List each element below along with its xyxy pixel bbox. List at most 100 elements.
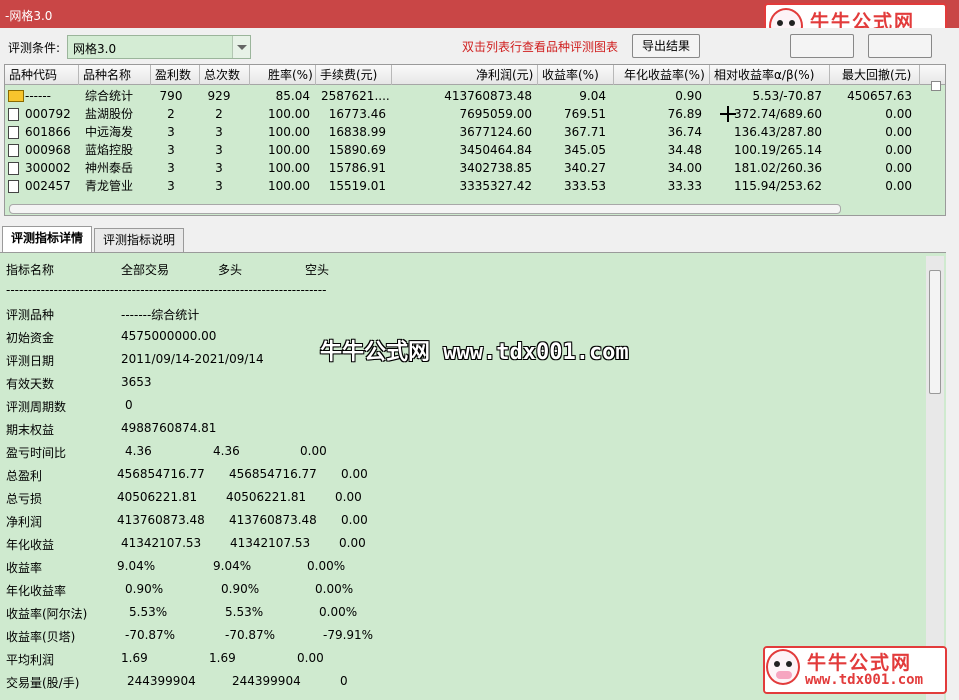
hint-text: 双击列表行查看品种评测图表: [462, 40, 619, 54]
detail-value-long: 0.90%: [221, 582, 260, 596]
table-header: 品种代码 品种名称 盈利数 总次数 胜率(%) 手续费(元) 净利润(元) 收益…: [5, 65, 945, 85]
logo-inner: 牛牛公式网 www.tdx001.com: [765, 648, 945, 692]
detail-value: 0: [125, 398, 133, 412]
col-header-total[interactable]: 总次数: [200, 65, 250, 85]
cell-name: 神州泰岳: [85, 161, 134, 175]
cell-drawdown: 0.00: [885, 143, 912, 157]
cell-name: 蓝焰控股: [85, 143, 134, 157]
table-row[interactable]: ------ 综合统计 790 929 85.04 2587621.... 41…: [5, 87, 933, 105]
cell-profit: 3450464.84: [459, 143, 532, 157]
table-row[interactable]: 002457 青龙管业 3 3 100.00 15519.01 3335327.…: [5, 177, 933, 195]
col-header-winrate[interactable]: 胜率(%): [250, 65, 316, 85]
detail-key: 年化收益: [6, 538, 55, 552]
cell-total: 929: [207, 89, 231, 103]
detail-header-all: 全部交易: [121, 263, 170, 277]
col-header-name[interactable]: 品种名称: [79, 65, 151, 85]
detail-value-long: 9.04%: [213, 559, 252, 573]
detail-key: 评测品种: [6, 308, 55, 322]
detail-value-short: 0.00: [341, 467, 368, 481]
condition-select[interactable]: 网格3.0: [67, 35, 251, 59]
col-header-code[interactable]: 品种代码: [5, 65, 79, 85]
cell-code: ------: [25, 89, 51, 103]
detail-value-long: 244399904: [232, 674, 301, 688]
cell-code: 002457: [25, 179, 71, 193]
tab-metric-description[interactable]: 评测指标说明: [94, 228, 185, 252]
col-header-drawdown[interactable]: 最大回撤(元): [830, 65, 920, 85]
cell-annual: 76.89: [667, 107, 702, 121]
cell-code: 300002: [25, 161, 71, 175]
horizontal-scrollbar[interactable]: [9, 204, 841, 214]
detail-separator: ----------------------------------------…: [6, 283, 327, 297]
cell-fee: 2587621....: [321, 89, 390, 103]
col-header-fee[interactable]: 手续费(元): [316, 65, 392, 85]
cell-drawdown: 450657.63: [847, 89, 912, 103]
detail-key: 收益率: [6, 561, 43, 575]
column-chooser-checkbox[interactable]: [931, 81, 941, 91]
detail-value-all: 0.90%: [125, 582, 164, 596]
cell-total: 3: [215, 143, 223, 157]
cell-winrate: 100.00: [268, 179, 310, 193]
detail-key: 总盈利: [6, 469, 43, 483]
cell-profit: 7695059.00: [459, 107, 532, 121]
tab-metric-details[interactable]: 评测指标详情: [2, 226, 93, 252]
export-button[interactable]: 导出结果: [632, 34, 700, 58]
detail-key: 评测周期数: [6, 400, 67, 414]
detail-value-all: -70.87%: [125, 628, 176, 642]
cell-total: 2: [215, 107, 223, 121]
table-row[interactable]: 601866 中远海发 3 3 100.00 16838.99 3677124.…: [5, 123, 933, 141]
cell-annual: 36.74: [667, 125, 702, 139]
move-cursor-icon: [720, 106, 736, 122]
condition-label: 评测条件:: [8, 41, 61, 55]
cell-fee: 15786.91: [328, 161, 386, 175]
condition-value: 网格3.0: [73, 42, 117, 56]
cell-relative: 181.02/260.36: [733, 161, 822, 175]
detail-value-short: 0.00: [339, 536, 366, 550]
detail-value-long: 40506221.81: [226, 490, 307, 504]
cell-wins: 2: [167, 107, 175, 121]
detail-value-all: 1.69: [121, 651, 148, 665]
detail-value: 2011/09/14-2021/09/14: [121, 352, 264, 366]
cell-winrate: 100.00: [268, 143, 310, 157]
cell-annual: 34.00: [667, 161, 702, 175]
col-header-annual[interactable]: 年化收益率(%): [614, 65, 710, 85]
detail-value-all: 456854716.77: [117, 467, 205, 481]
table-row[interactable]: 000792 盐湖股份 2 2 100.00 16773.46 7695059.…: [5, 105, 933, 123]
detail-value-all: 9.04%: [117, 559, 156, 573]
vertical-scrollbar-thumb[interactable]: [929, 270, 941, 394]
document-icon: [8, 144, 19, 157]
table-row[interactable]: 000968 蓝焰控股 3 3 100.00 15890.69 3450464.…: [5, 141, 933, 159]
cell-return: 340.27: [564, 161, 606, 175]
col-header-wins[interactable]: 盈利数: [151, 65, 200, 85]
cell-winrate: 100.00: [268, 161, 310, 175]
detail-value-long: 5.53%: [225, 605, 264, 619]
col-header-return[interactable]: 收益率(%): [538, 65, 614, 85]
document-icon: [8, 180, 19, 193]
toolbar-button-2[interactable]: [790, 34, 854, 58]
cell-drawdown: 0.00: [885, 179, 912, 193]
detail-value-short: 0.00%: [319, 605, 358, 619]
toolbar-button-3[interactable]: [868, 34, 932, 58]
results-table[interactable]: 品种代码 品种名称 盈利数 总次数 胜率(%) 手续费(元) 净利润(元) 收益…: [4, 64, 946, 216]
detail-value-all: 41342107.53: [121, 536, 202, 550]
detail-value-all: 40506221.81: [117, 490, 198, 504]
cell-return: 333.53: [564, 179, 606, 193]
detail-header-short: 空头: [305, 263, 330, 277]
cell-relative: 136.43/287.80: [733, 125, 822, 139]
cell-name: 中远海发: [85, 125, 134, 139]
col-header-profit[interactable]: 净利润(元): [392, 65, 538, 85]
cell-wins: 3: [167, 143, 175, 157]
cell-wins: 3: [167, 125, 175, 139]
cell-name: 青龙管业: [85, 179, 134, 193]
detail-panel: 指标名称 全部交易 多头 空头 ------------------------…: [0, 252, 946, 700]
cell-return: 769.51: [564, 107, 606, 121]
col-header-relative[interactable]: 相对收益率α/β(%): [710, 65, 830, 85]
cell-drawdown: 0.00: [885, 161, 912, 175]
document-icon: [8, 108, 19, 121]
chevron-down-icon[interactable]: [232, 36, 250, 58]
table-row[interactable]: 300002 神州泰岳 3 3 100.00 15786.91 3402738.…: [5, 159, 933, 177]
cell-annual: 34.48: [667, 143, 702, 157]
detail-value-all: 244399904: [127, 674, 196, 688]
detail-value-short: 0.00: [335, 490, 362, 504]
cell-fee: 16773.46: [328, 107, 386, 121]
toolbar: 评测条件: 网格3.0 双击列表行查看品种评测图表 导出结果: [0, 28, 959, 64]
